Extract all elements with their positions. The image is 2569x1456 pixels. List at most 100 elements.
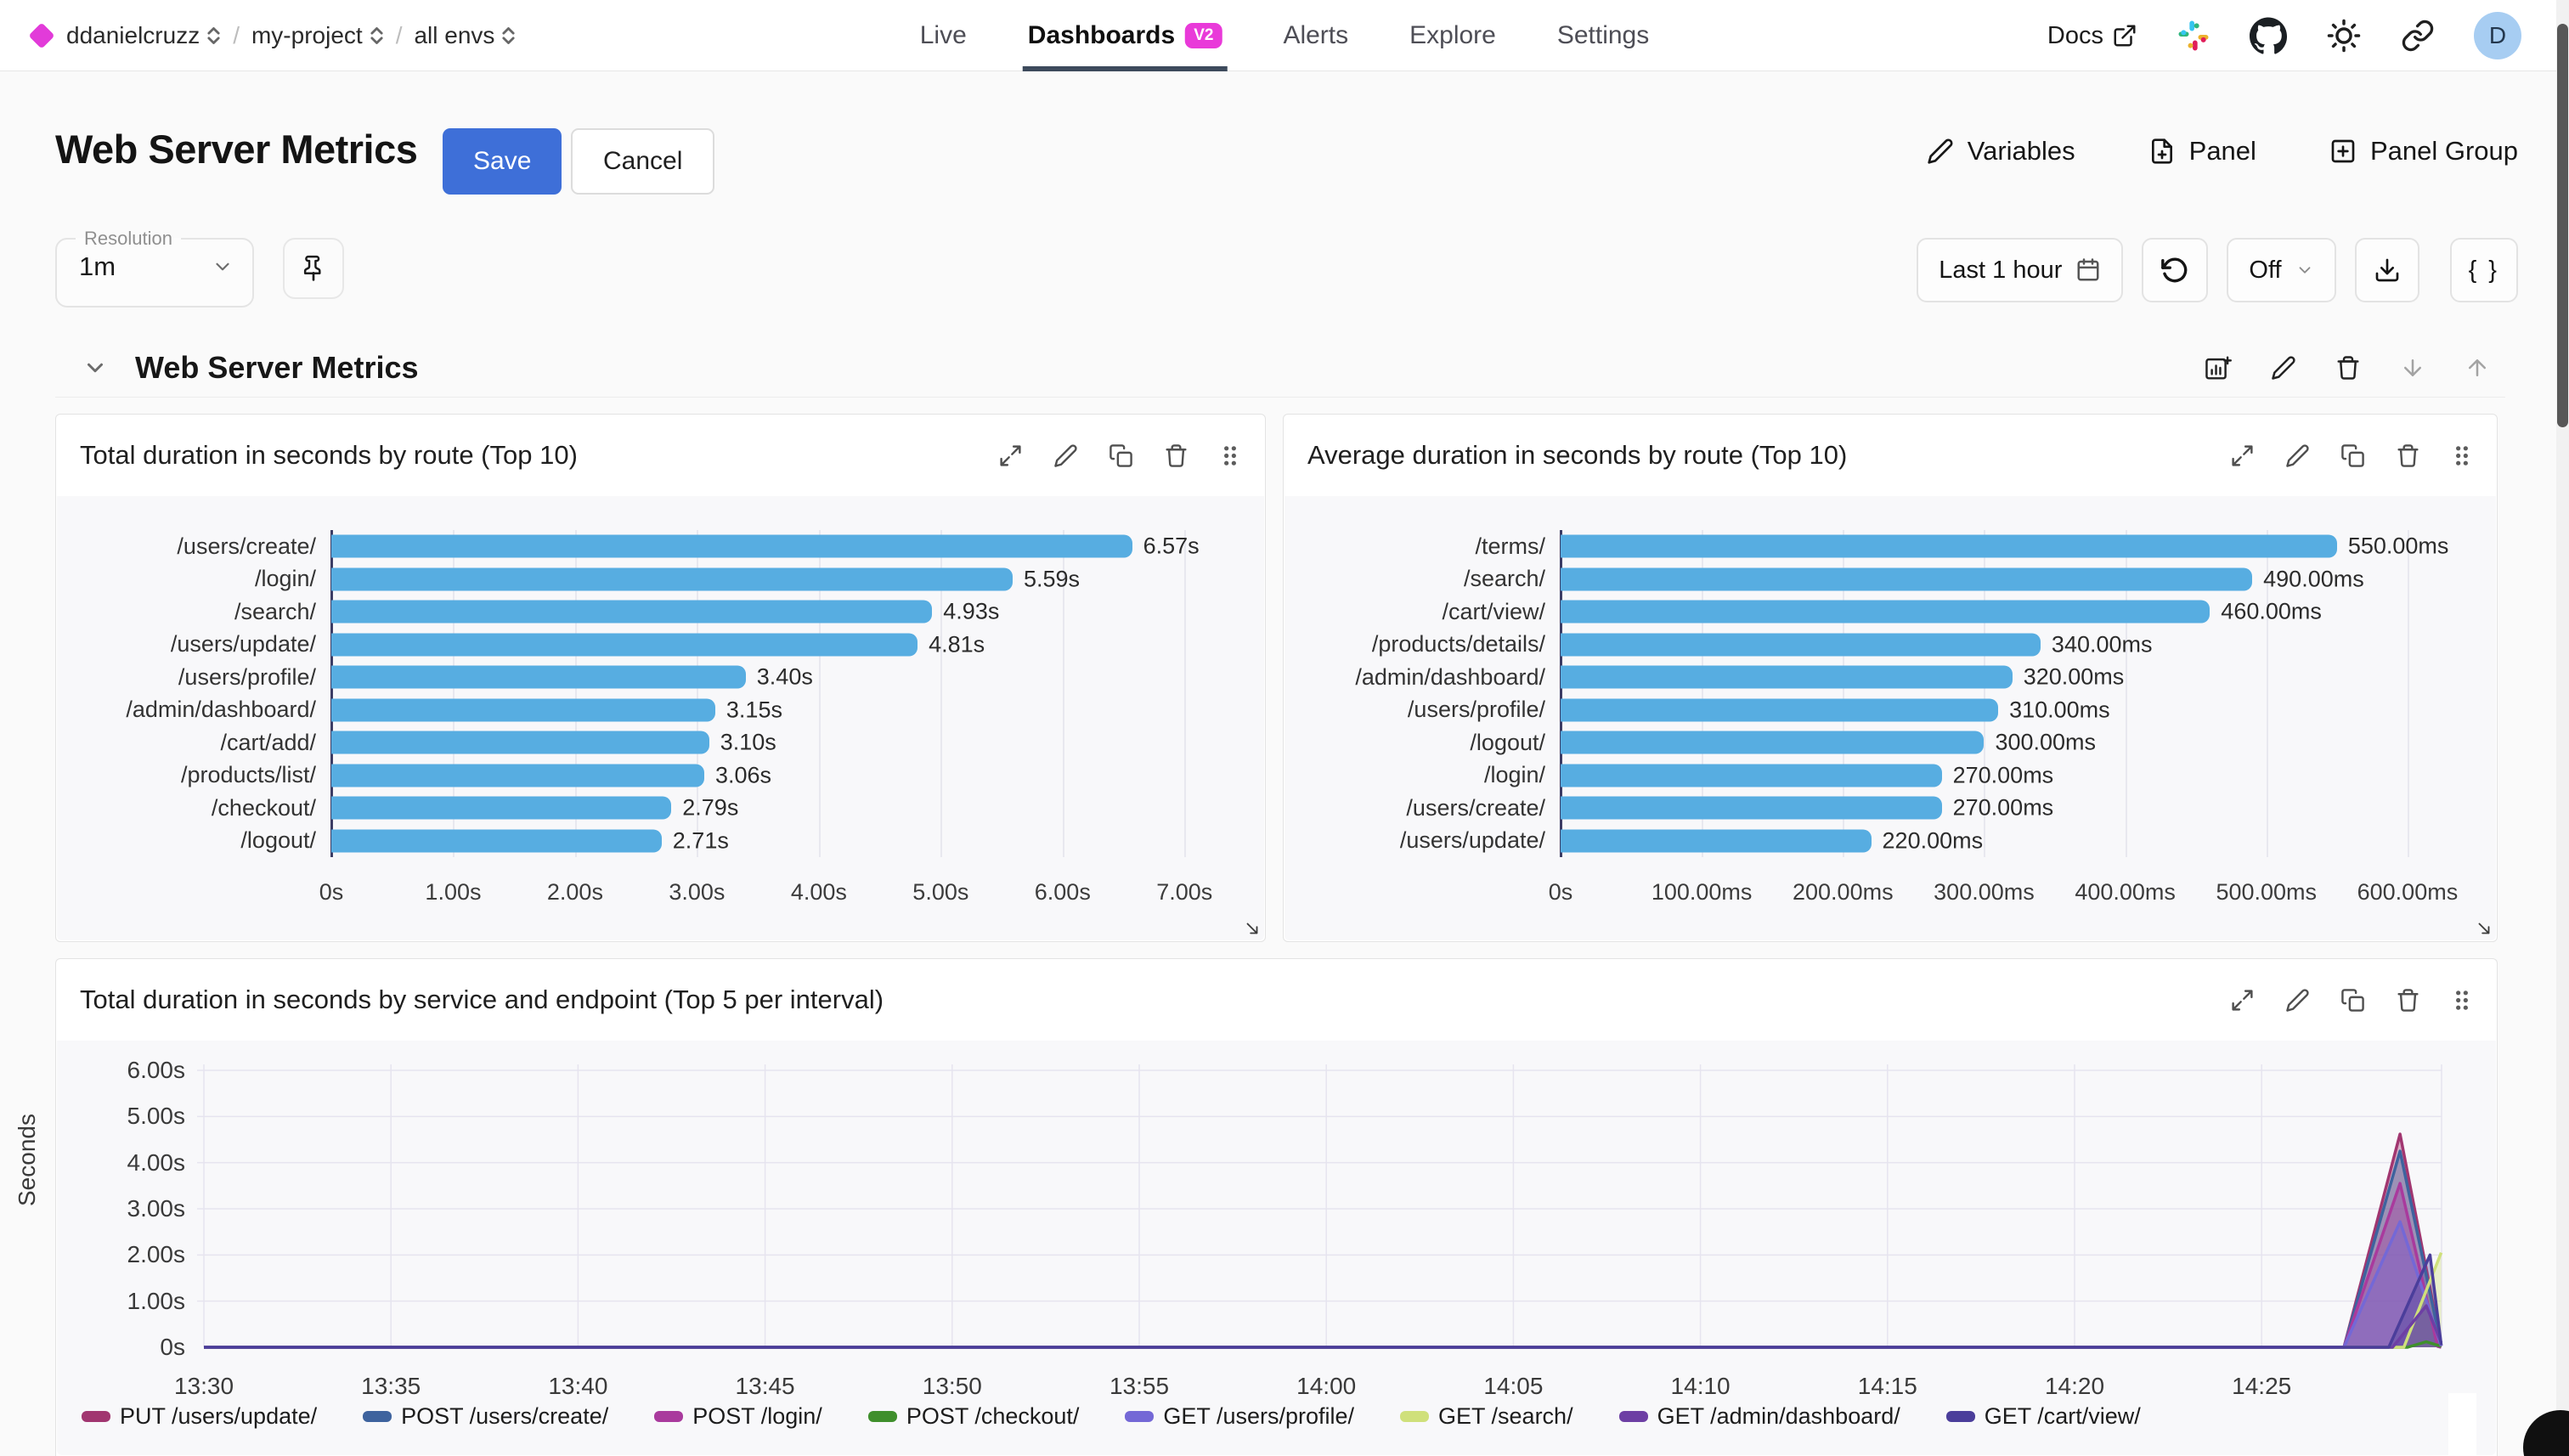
x-tick-label: 14:25 (2232, 1373, 2291, 1400)
duplicate-panel-icon[interactable] (2340, 443, 2365, 468)
x-tick-label: 500.00ms (2216, 879, 2317, 906)
bar[interactable] (331, 698, 715, 721)
bar[interactable] (1561, 731, 1984, 754)
save-button[interactable]: Save (443, 128, 562, 195)
time-series-svg (197, 1064, 2442, 1347)
brand-logo-icon (28, 22, 54, 48)
tab-dashboards[interactable]: Dashboards V2 (1028, 0, 1222, 71)
drag-handle-icon[interactable] (2451, 988, 2473, 1013)
legend-item[interactable]: GET /cart/view/ (1946, 1403, 2141, 1430)
page-scrollbar[interactable] (2556, 0, 2569, 1456)
bar[interactable] (1561, 633, 2041, 656)
bar[interactable] (331, 666, 746, 689)
download-button[interactable] (2355, 238, 2419, 302)
edit-panel-icon[interactable] (2285, 443, 2310, 468)
bar[interactable] (331, 601, 932, 624)
bar[interactable] (1561, 797, 1942, 820)
bar[interactable] (1561, 764, 1942, 787)
legend-item[interactable]: POST /login/ (654, 1403, 822, 1430)
edit-panel-icon[interactable] (1053, 443, 1078, 468)
bar-row: /checkout/2.79s (78, 792, 1244, 825)
drag-handle-icon[interactable] (1219, 443, 1241, 468)
main-nav-tabs: Live Dashboards V2 Alerts Explore Settin… (920, 0, 1650, 71)
expand-panel-icon[interactable] (2230, 443, 2255, 468)
bar[interactable] (1561, 567, 2252, 590)
json-view-button[interactable]: { } (2450, 238, 2518, 302)
bar[interactable] (331, 797, 671, 820)
scrollbar-thumb[interactable] (2557, 24, 2568, 427)
link-icon[interactable] (2401, 19, 2435, 53)
tab-explore[interactable]: Explore (1409, 0, 1496, 71)
legend-item[interactable]: POST /users/create/ (363, 1403, 608, 1430)
time-range-picker[interactable]: Last 1 hour (1917, 238, 2123, 302)
v2-badge: V2 (1185, 23, 1222, 48)
tab-settings[interactable]: Settings (1557, 0, 1649, 71)
category-label: /users/update/ (78, 631, 331, 657)
legend-item[interactable]: POST /checkout/ (868, 1403, 1080, 1430)
updown-chevron-icon (501, 25, 516, 46)
legend-swatch-icon (654, 1411, 683, 1422)
bar[interactable] (331, 731, 709, 754)
value-label: 300.00ms (1995, 730, 2096, 756)
duplicate-panel-icon[interactable] (1109, 443, 1133, 468)
bar[interactable] (331, 633, 918, 656)
legend-label: POST /login/ (692, 1403, 822, 1430)
drag-handle-icon[interactable] (2451, 443, 2473, 468)
pin-resolution-button[interactable] (283, 238, 344, 299)
resize-handle-icon[interactable] (1243, 919, 1262, 938)
edit-section-icon[interactable] (2271, 355, 2296, 381)
bar[interactable] (331, 567, 1013, 590)
bar[interactable] (331, 535, 1132, 558)
x-tick-label: 13:40 (548, 1373, 607, 1400)
legend-item[interactable]: GET /users/profile/ (1125, 1403, 1354, 1430)
legend-swatch-icon (868, 1411, 897, 1422)
docs-link[interactable]: Docs (2047, 22, 2137, 50)
expand-panel-icon[interactable] (2230, 988, 2255, 1013)
legend-item[interactable]: GET /search/ (1400, 1403, 1573, 1430)
user-avatar[interactable]: D (2474, 12, 2521, 59)
collapse-chevron-icon[interactable] (82, 355, 108, 381)
delete-panel-icon[interactable] (2396, 443, 2420, 468)
legend-item[interactable]: PUT /users/update/ (82, 1403, 317, 1430)
breadcrumb-project-selector[interactable]: my-project (251, 22, 384, 49)
add-panel-button[interactable]: Panel (2148, 136, 2256, 166)
add-panel-group-button[interactable]: Panel Group (2329, 136, 2518, 166)
move-section-up-icon[interactable] (2465, 355, 2490, 381)
value-label: 3.10s (720, 730, 776, 756)
tab-alerts[interactable]: Alerts (1283, 0, 1348, 71)
category-label: /cart/add/ (78, 730, 331, 756)
duplicate-panel-icon[interactable] (2340, 988, 2365, 1013)
breadcrumb-env-selector[interactable]: all envs (414, 22, 516, 49)
x-tick-label: 300.00ms (1934, 879, 2035, 906)
auto-refresh-select[interactable]: Off (2227, 238, 2335, 302)
move-section-down-icon[interactable] (2400, 355, 2425, 381)
series-line (204, 1253, 2442, 1347)
legend-item[interactable]: GET /admin/dashboard/ (1619, 1403, 1900, 1430)
delete-panel-icon[interactable] (1164, 443, 1189, 468)
cancel-button[interactable]: Cancel (571, 128, 714, 195)
tab-live[interactable]: Live (920, 0, 967, 71)
github-icon[interactable] (2250, 17, 2287, 54)
bar[interactable] (1561, 698, 1998, 721)
bar[interactable] (331, 764, 704, 787)
sun-icon[interactable] (2326, 18, 2362, 54)
external-link-icon (2112, 23, 2137, 48)
refresh-button[interactable] (2142, 238, 2208, 302)
add-chart-icon[interactable] (2205, 354, 2232, 381)
breadcrumb-org-selector[interactable]: ddanielcruzz (66, 22, 221, 49)
legend-swatch-icon (1125, 1411, 1154, 1422)
bar[interactable] (1561, 601, 2210, 624)
resize-handle-icon[interactable] (2475, 919, 2493, 938)
bar[interactable] (1561, 829, 1872, 852)
resolution-select[interactable]: Resolution 1m (55, 228, 254, 308)
refresh-icon (2160, 256, 2189, 285)
delete-panel-icon[interactable] (2396, 988, 2420, 1013)
bar[interactable] (1561, 666, 2013, 689)
bar[interactable] (331, 829, 662, 852)
edit-panel-icon[interactable] (2285, 988, 2310, 1013)
variables-button[interactable]: Variables (1927, 136, 2075, 166)
delete-section-icon[interactable] (2335, 355, 2361, 381)
bar[interactable] (1561, 535, 2337, 558)
expand-panel-icon[interactable] (998, 443, 1023, 468)
slack-icon[interactable] (2177, 19, 2210, 53)
